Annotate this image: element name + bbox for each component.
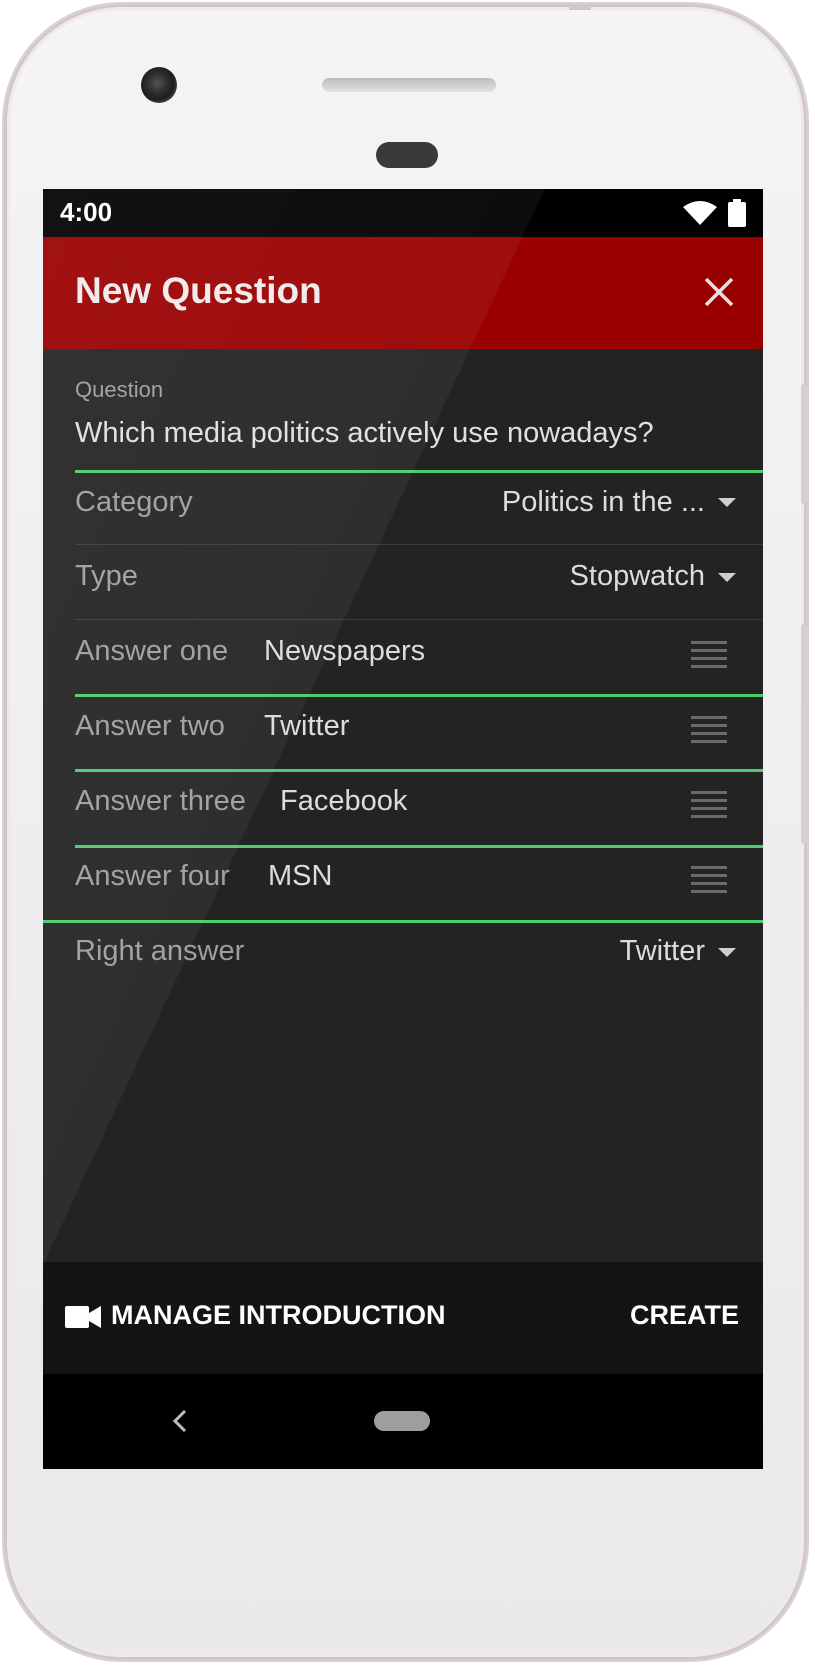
chevron-down-icon (718, 573, 736, 582)
phone-top-button (569, 4, 591, 10)
category-label: Category (75, 486, 193, 518)
chevron-down-icon (718, 498, 736, 507)
answer-four-label: Answer four (75, 860, 230, 892)
bottom-action-bar: MANAGE INTRODUCTION CREATE (43, 1262, 763, 1374)
page-title: New Question (75, 270, 322, 311)
category-value: Politics in the ... (501, 486, 705, 518)
close-icon[interactable] (702, 275, 736, 309)
wifi-icon (683, 201, 717, 225)
drag-handle-icon[interactable] (691, 716, 727, 744)
chevron-down-icon (718, 948, 736, 957)
question-underline (75, 470, 763, 473)
proximity-sensor (376, 142, 438, 168)
front-camera (141, 67, 177, 103)
answer-four-underline (43, 920, 763, 923)
battery-icon (728, 199, 746, 227)
answer-one-label: Answer one (75, 635, 229, 667)
right-answer-value: Twitter (619, 935, 705, 967)
type-value: Stopwatch (569, 560, 705, 592)
back-icon[interactable] (171, 1408, 189, 1434)
right-answer-label: Right answer (75, 935, 245, 967)
divider (75, 544, 763, 545)
answer-two-label: Answer two (75, 710, 225, 742)
earpiece-speaker (322, 78, 496, 92)
answer-three-underline (75, 845, 763, 848)
answer-four-input[interactable]: MSN (268, 860, 332, 893)
question-label: Question (75, 377, 164, 402)
system-nav-bar (43, 1374, 763, 1469)
type-label: Type (75, 560, 138, 592)
answer-three-label: Answer three (75, 785, 246, 817)
status-time: 4:00 (60, 197, 113, 227)
video-camera-icon (65, 1306, 101, 1328)
answer-two-underline (75, 769, 763, 772)
screen: 4:00 New Question Question Which media p… (43, 189, 763, 1469)
app-bar: New Question (43, 237, 763, 349)
phone-volume-button (801, 624, 807, 844)
drag-handle-icon[interactable] (691, 866, 727, 894)
divider (75, 619, 763, 620)
home-icon[interactable] (374, 1411, 430, 1431)
question-input[interactable]: Which media politics actively use nowada… (75, 417, 755, 450)
create-button[interactable]: CREATE (630, 1300, 739, 1331)
answer-one-underline (75, 694, 763, 697)
status-bar: 4:00 (43, 189, 763, 237)
drag-handle-icon[interactable] (691, 791, 727, 819)
manage-introduction-label: MANAGE INTRODUCTION (111, 1300, 446, 1330)
answer-two-input[interactable]: Twitter (264, 710, 349, 743)
phone-side-button (801, 384, 807, 504)
answer-three-input[interactable]: Facebook (280, 785, 407, 818)
drag-handle-icon[interactable] (691, 641, 727, 669)
answer-one-input[interactable]: Newspapers (264, 635, 425, 668)
